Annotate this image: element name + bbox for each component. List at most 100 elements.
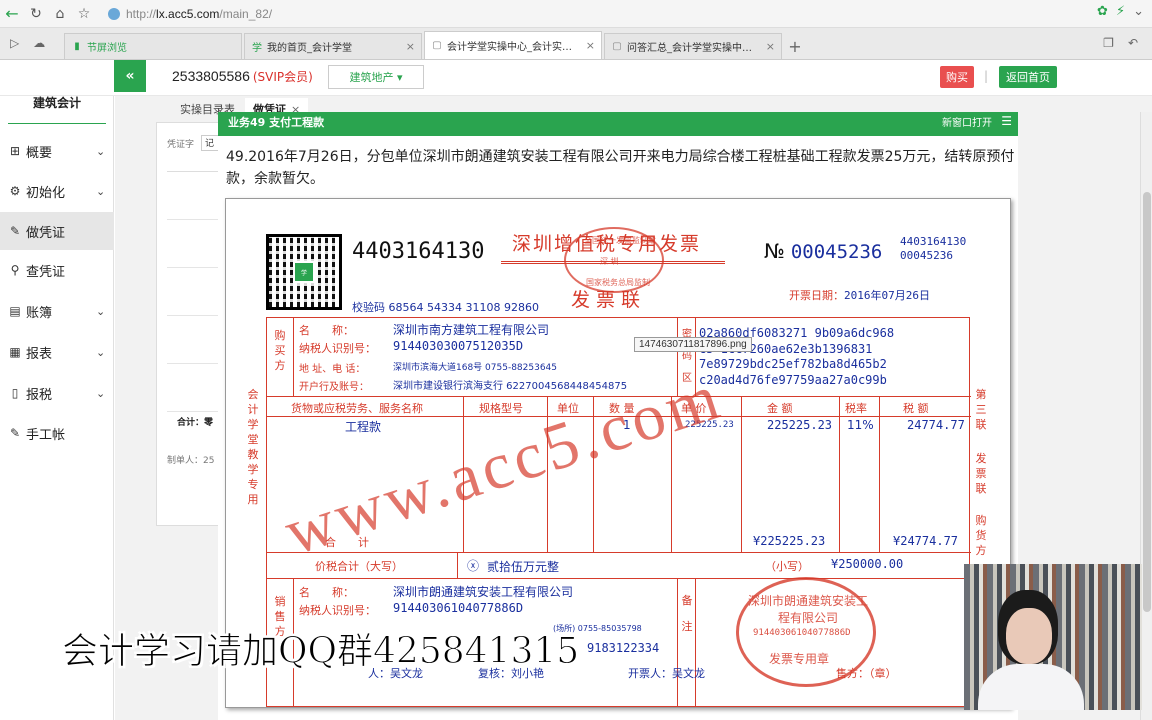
- grid-line: [677, 578, 678, 707]
- sidebar-item-manual[interactable]: ✎ 手工帐: [0, 414, 114, 452]
- close-icon[interactable]: ×: [586, 39, 595, 52]
- restore-icon[interactable]: ❐: [1103, 36, 1114, 50]
- home-icon[interactable]: ⌂: [48, 2, 72, 26]
- sidebar-item-query-voucher[interactable]: ⚲ 查凭证: [0, 251, 114, 289]
- right-vertical-2: 发票联: [975, 452, 987, 495]
- buyer-addr-label: 地 址、电 话：: [299, 364, 366, 375]
- chevron-down-icon[interactable]: ⌄: [1133, 4, 1144, 19]
- tab-0-title: 节屏浏览: [87, 43, 127, 54]
- scroll-thumb[interactable]: [1143, 192, 1151, 612]
- url-field[interactable]: http://lx.acc5.com/main_82/: [108, 4, 1098, 24]
- phone-icon: ▮: [74, 41, 80, 52]
- tab-2-title: 会计学堂实操中心_会计实操_会: [447, 42, 582, 53]
- sidebar-item-label: 报税: [26, 387, 53, 403]
- grand-small: ¥250000.00: [831, 557, 904, 571]
- buyer-tax-label: 纳税人识别号：: [299, 342, 376, 355]
- chevron-down-icon: ⌄: [96, 345, 106, 359]
- tab-3[interactable]: ▢ 问答汇总_会计学堂实操中心_会 ×: [604, 33, 782, 59]
- item-amount: 225225.23: [767, 418, 833, 432]
- no-small-2: 00045236: [900, 249, 953, 262]
- invoice-title: 深圳增值税专用发票: [512, 233, 702, 255]
- left-vertical-text: 会计学堂教学专用: [247, 388, 259, 506]
- industry-select[interactable]: 建筑地产 ▾: [328, 65, 424, 89]
- no-value: 00045236: [790, 241, 883, 263]
- seal-tax-id: 91440306104077886D: [753, 628, 851, 638]
- collapse-menu-icon[interactable]: «: [114, 60, 146, 92]
- sidebar-item-overview[interactable]: ⊞ 概要 ⌄: [0, 132, 114, 170]
- no-small-1: 4403164130: [900, 235, 967, 248]
- buyer-tax: 91440303007512035D: [393, 339, 524, 353]
- grid-line: [267, 552, 971, 553]
- buy-button[interactable]: 购买: [940, 66, 974, 88]
- seller-tax-label: 纳税人识别号：: [299, 604, 376, 617]
- seal-use: 发票专用章: [769, 652, 830, 666]
- sidebar-item-tax[interactable]: ▯ 报税 ⌄: [0, 374, 114, 412]
- col-rate: 税率: [845, 402, 867, 415]
- sidebar-item-label: 报表: [26, 346, 53, 362]
- invoice-code: 4403164130: [352, 239, 485, 264]
- voucher-total: 合计：零: [177, 418, 214, 428]
- new-tab-icon[interactable]: +: [784, 33, 806, 59]
- item-rate: 11%: [847, 418, 874, 432]
- sidebar-item-reports[interactable]: ▦ 报表 ⌄: [0, 333, 114, 371]
- document-icon: ▯: [11, 386, 19, 400]
- presenter-face: [1006, 608, 1052, 664]
- page-icon: ▢: [612, 41, 622, 52]
- open-new-window-link[interactable]: 新窗口打开: [942, 114, 992, 129]
- seal-company: 深圳市朗通建筑安装工程有限公司: [747, 594, 868, 625]
- bolt-icon[interactable]: ⚡: [1116, 4, 1125, 19]
- sidebar-toggle-icon[interactable]: ▷: [10, 36, 19, 50]
- address-bar: ← ↻ ⌂ ☆ http://lx.acc5.com/main_82/ ✿ ⚡ …: [0, 0, 1152, 28]
- tab-bar: ▷ ☁ ▮ 节屏浏览 学 我的首页_会计学堂 × ▢ 会计学堂实操中心_会计实操…: [0, 28, 1152, 60]
- buyer-bank: 深圳市建设银行滨海支行 6227004568448454875: [393, 381, 628, 392]
- header-separator: |: [984, 69, 989, 83]
- question-header: 业务49 支付工程款 新窗口打开 ☰: [218, 112, 1018, 136]
- tab-0[interactable]: ▮ 节屏浏览: [64, 33, 242, 59]
- tab-1-title: 我的首页_会计学堂: [267, 43, 352, 54]
- grid-line: [267, 578, 971, 579]
- chevron-down-icon: ⌄: [96, 386, 106, 400]
- invoice-copy: 发票联: [571, 289, 647, 311]
- undo-icon[interactable]: ↶: [1128, 36, 1138, 50]
- menu-icon[interactable]: ☰: [1001, 114, 1012, 128]
- buyer-label: 购买方: [274, 329, 286, 372]
- title-underline: [501, 261, 725, 264]
- grand-small-label: （小写）: [765, 560, 809, 573]
- seller-name-label: 名 称：: [299, 586, 354, 599]
- sidebar-item-label: 手工帐: [26, 427, 66, 443]
- refresh-icon[interactable]: ↻: [24, 2, 48, 26]
- home-button[interactable]: 返回首页: [999, 66, 1057, 88]
- tab-2[interactable]: ▢ 会计学堂实操中心_会计实操_会 ×: [424, 31, 602, 59]
- gear-icon: ⚙: [9, 184, 21, 198]
- back-arrow-icon[interactable]: ←: [0, 2, 24, 26]
- date-label: 开票日期：: [789, 289, 844, 302]
- qr-logo-icon: 学: [293, 261, 315, 283]
- sidebar-item-label: 查凭证: [26, 264, 66, 280]
- extension-icon[interactable]: ✿: [1097, 4, 1108, 19]
- voucher-maker: 制单人：25: [167, 456, 215, 466]
- sidebar-item-ledger[interactable]: ▤ 账簿 ⌄: [0, 292, 114, 330]
- pen-icon: ✎: [9, 224, 21, 238]
- tab-1[interactable]: 学 我的首页_会计学堂 ×: [244, 33, 422, 59]
- buyer-name-label: 名 称：: [299, 324, 354, 337]
- pwd-line: 7e89729bdc25ef782ba8d465b2: [699, 357, 887, 371]
- sidebar-brand: 建筑会计: [0, 94, 114, 124]
- invoice-date: 开票日期：2016年07月26日: [789, 287, 930, 303]
- url-prefix: http://: [126, 7, 157, 21]
- sidebar-item-init[interactable]: ⚙ 初始化 ⌄: [0, 172, 114, 210]
- close-icon[interactable]: ×: [406, 40, 415, 53]
- overlay-caption: 会计学习请加QQ群425841315: [61, 631, 580, 673]
- chevron-down-icon: ⌄: [96, 184, 106, 198]
- seller-tax: 91440306104077886D: [393, 601, 524, 615]
- close-icon[interactable]: ×: [766, 40, 775, 53]
- report-icon: ▦: [9, 345, 21, 359]
- col-goods: 货物或应税劳务、服务名称: [291, 402, 423, 415]
- grid-line: [879, 396, 880, 552]
- sidebar-item-make-voucher[interactable]: ✎ 做凭证: [0, 212, 114, 250]
- cloud-icon[interactable]: ☁: [33, 36, 45, 50]
- search-icon: ⚲: [10, 263, 20, 277]
- total-tax: ¥24774.77: [893, 534, 959, 548]
- star-icon[interactable]: ☆: [72, 2, 96, 26]
- sidebar-item-label: 做凭证: [26, 225, 66, 241]
- no-label: №: [764, 239, 785, 263]
